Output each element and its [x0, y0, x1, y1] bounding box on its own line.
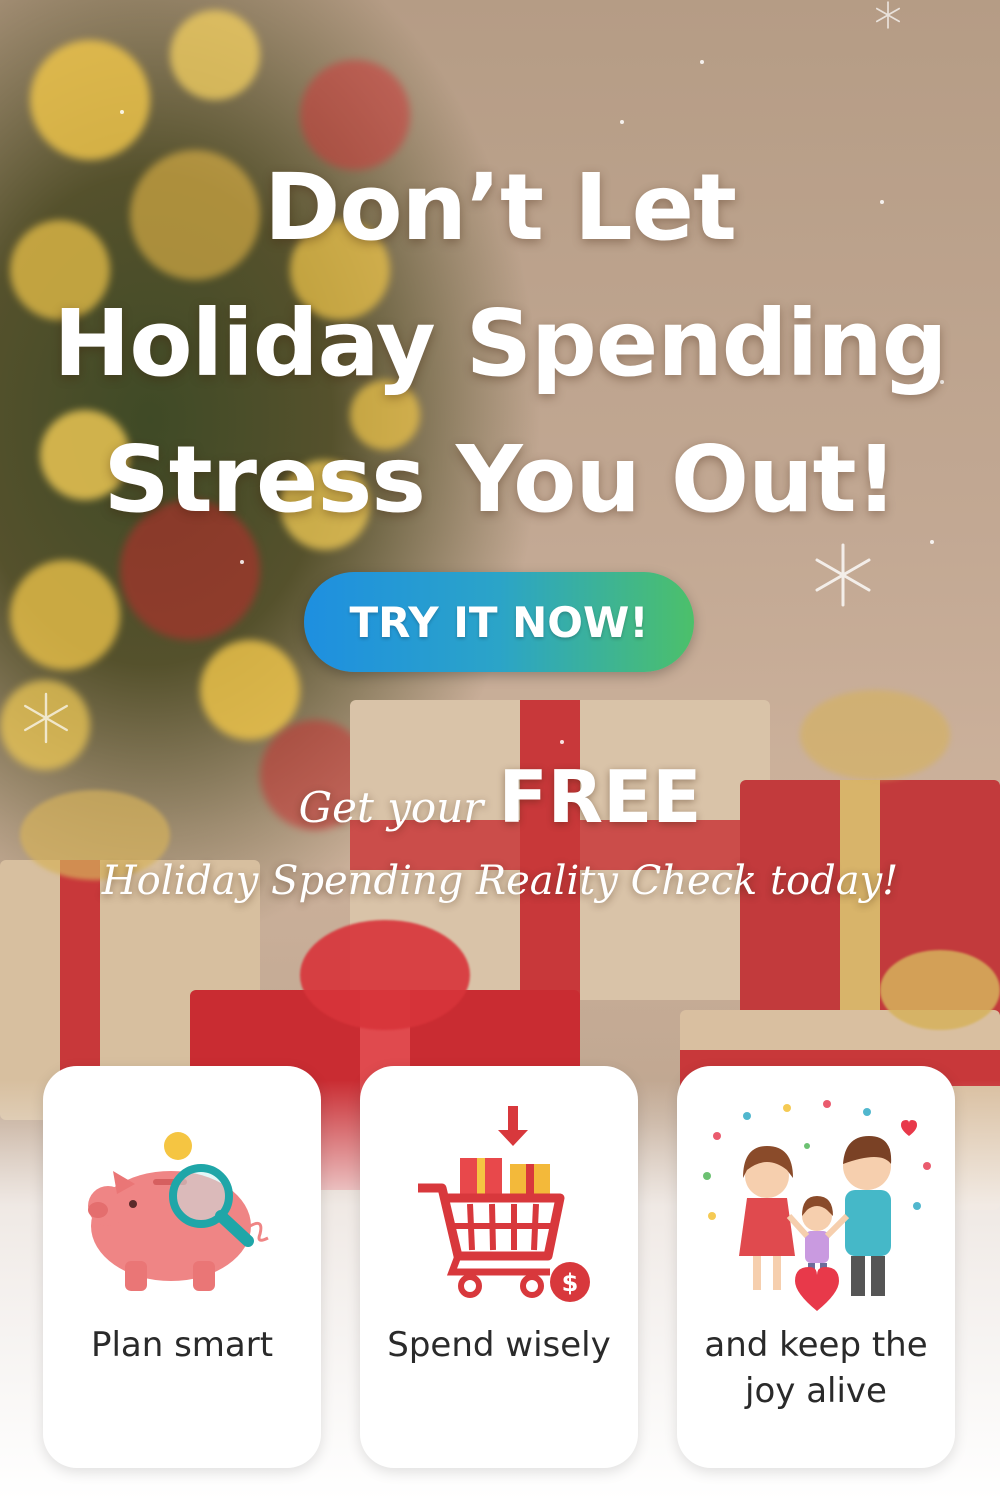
headline-line-2: Holiday Spending	[53, 290, 947, 397]
piggy-bank-magnifier-icon	[88, 1132, 269, 1291]
feature-card-keep-joy: and keep the joy alive	[677, 1066, 955, 1468]
happy-family-icon	[703, 1100, 931, 1311]
feature-card-spend-wisely: $ Spend wisely	[360, 1066, 638, 1468]
snowflake-icon	[24, 692, 69, 744]
shopping-cart-gifts-icon: $	[418, 1106, 590, 1302]
headline: Don’t Let Holiday Spending Stress You Ou…	[0, 140, 1000, 548]
offer-line-1: Get your FREE	[0, 755, 1000, 839]
offer-line-2: Holiday Spending Reality Check today!	[101, 858, 899, 904]
snowflake-icon	[815, 543, 871, 607]
headline-line-3: Stress You Out!	[103, 426, 897, 533]
feature-label: Plan smart	[90, 1325, 274, 1365]
feature-label: Spend wisely	[387, 1325, 611, 1365]
headline-line-1: Don’t Let	[263, 154, 737, 261]
offer-prefix: Get your	[298, 783, 484, 832]
snowflake-icon	[876, 1, 900, 29]
feature-card-plan-smart: Plan smart	[43, 1066, 321, 1468]
try-it-now-button[interactable]: TRY IT NOW!	[304, 572, 694, 672]
offer-free: FREE	[498, 755, 702, 839]
svg-text:$: $	[562, 1269, 579, 1297]
feature-label: and keep the joy alive	[704, 1325, 928, 1411]
